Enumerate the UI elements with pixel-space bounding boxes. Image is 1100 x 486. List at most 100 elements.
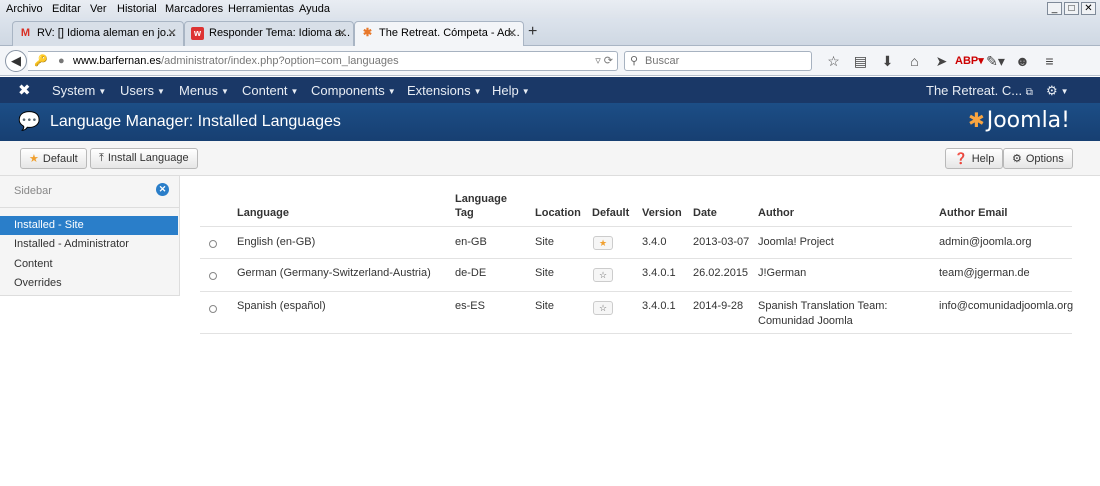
joomla-logo-icon[interactable]: ✖	[18, 81, 31, 99]
reading-list-icon[interactable]: ▤	[847, 51, 874, 71]
nav-menus[interactable]: Menus ▼	[179, 83, 229, 98]
close-window-button[interactable]: ✕	[1081, 2, 1096, 15]
default-star-icon[interactable]: ☆	[593, 268, 613, 282]
header-author[interactable]: Author	[758, 206, 794, 220]
close-circle-icon[interactable]: ✕	[156, 183, 169, 196]
menu-ver[interactable]: Ver	[90, 3, 107, 15]
cell-date: 26.02.2015	[693, 267, 749, 279]
close-icon[interactable]: ✕	[337, 26, 347, 40]
send-icon[interactable]: ➤	[928, 51, 955, 71]
gear-icon: ⚙	[1046, 83, 1058, 98]
install-language-button[interactable]: ⤒ Install Language	[90, 148, 198, 169]
maximize-button[interactable]: □	[1064, 2, 1079, 15]
close-icon[interactable]: ✕	[507, 26, 517, 40]
cell-version: 3.4.0	[642, 236, 667, 248]
nav-label: Users	[120, 83, 154, 98]
header-default[interactable]: Default	[592, 206, 629, 220]
caret-down-icon: ▼	[521, 87, 530, 97]
default-star-icon[interactable]: ☆	[593, 301, 613, 315]
cell-language: English (en-GB)	[237, 236, 316, 248]
sidebar-item-installed-administrator[interactable]: Installed - Administrator	[0, 235, 178, 254]
nav-components[interactable]: Components ▼	[311, 83, 396, 98]
sidebar-item-content[interactable]: Content	[0, 255, 178, 274]
header-date[interactable]: Date	[693, 206, 717, 220]
nav-content[interactable]: Content ▼	[242, 83, 298, 98]
caret-down-icon: ▼	[290, 87, 299, 97]
cell-location: Site	[535, 236, 554, 248]
cell-author-line2: Comunidad Joomla	[758, 315, 853, 327]
caret-down-icon: ▼	[387, 87, 396, 97]
nav-system[interactable]: System ▼	[52, 83, 106, 98]
cell-email: info@comunidadjoomla.org	[939, 300, 1074, 312]
close-icon[interactable]: ✕	[167, 26, 177, 40]
header-author-email[interactable]: Author Email	[939, 206, 1007, 220]
tab-joomla-admin[interactable]: ✱ The Retreat. Cómpeta - Ad... ✕	[354, 21, 524, 46]
menu-archivo[interactable]: Archivo	[6, 3, 43, 15]
adblock-icon[interactable]: ABP▾	[955, 51, 984, 71]
menu-historial[interactable]: Historial	[117, 3, 157, 15]
header-location[interactable]: Location	[535, 206, 581, 220]
tab-gmail[interactable]: M RV: [] Idioma aleman en jo... ✕	[12, 21, 184, 46]
table-row: English (en-GB) en-GB Site ★ 3.4.0 2013-…	[200, 226, 1072, 258]
home-icon[interactable]: ⌂	[901, 51, 928, 71]
page-title: Language Manager: Installed Languages	[50, 113, 341, 130]
nav-label: Help	[492, 83, 519, 98]
menu-herramientas[interactable]: Herramientas	[228, 3, 294, 15]
minimize-button[interactable]: _	[1047, 2, 1062, 15]
toolbar: ★ Default ⤒ Install Language ❓ Help ⚙ Option…	[0, 141, 1100, 176]
header-language-tag-line2[interactable]: Tag	[455, 206, 474, 220]
header-language-tag-line1[interactable]: Language	[455, 192, 507, 206]
button-label: Default	[42, 153, 78, 165]
search-box[interactable]: ⚲	[624, 51, 812, 71]
download-icon[interactable]: ⬇	[874, 51, 901, 71]
site-link[interactable]: The Retreat. C... ⧉	[926, 83, 1033, 98]
window-controls: _ □ ✕	[1047, 2, 1096, 15]
table-row: Spanish (español) es-ES Site ☆ 3.4.0.1 2…	[200, 291, 1074, 334]
reload-icon[interactable]: ▿ ⟳	[595, 54, 613, 67]
back-arrow-icon[interactable]: ◀	[5, 50, 27, 72]
user-menu[interactable]: ⚙ ▼	[1046, 83, 1069, 99]
nav-users[interactable]: Users ▼	[120, 83, 165, 98]
key-icon: 🔑	[34, 55, 48, 67]
tab-responder[interactable]: w Responder Tema: Idioma a... ✕	[184, 21, 354, 46]
caret-down-icon: ▼	[221, 87, 229, 97]
tab-label: The Retreat. Cómpeta - Ad...	[379, 27, 520, 39]
page-header: 💬 Language Manager: Installed Languages …	[0, 103, 1100, 141]
nav-help[interactable]: Help ▼	[492, 83, 530, 98]
new-tab-icon[interactable]: +	[528, 23, 537, 41]
menu-editar[interactable]: Editar	[52, 3, 81, 15]
star-icon: ★	[29, 153, 39, 165]
search-input[interactable]	[645, 54, 805, 68]
tab-label: RV: [] Idioma aleman en jo...	[37, 27, 176, 39]
nav-label: System	[52, 83, 96, 98]
chat-icon[interactable]: ☻	[1009, 51, 1036, 71]
gear-icon: ⚙	[1012, 153, 1022, 165]
menu-ayuda[interactable]: Ayuda	[299, 3, 330, 15]
sidebar-title: Sidebar	[14, 185, 52, 197]
browser-window: Archivo Editar Ver Historial Marcadores …	[0, 0, 1100, 486]
address-bar[interactable]: 🔑 ● www.barfernan.es/administrator/index…	[28, 51, 618, 71]
globe-icon: ●	[58, 55, 65, 67]
row-radio[interactable]	[209, 272, 217, 280]
url-path: /administrator/index.php?option=com_lang…	[161, 55, 399, 67]
header-language[interactable]: Language	[237, 206, 289, 220]
default-button[interactable]: ★ Default	[20, 148, 87, 169]
sidebar-item-overrides[interactable]: Overrides	[0, 274, 178, 293]
question-icon: ❓	[954, 153, 968, 165]
row-radio[interactable]	[209, 305, 217, 313]
upload-icon: ⤒	[99, 152, 104, 164]
brand-text: Joomla!	[986, 108, 1070, 133]
help-button[interactable]: ❓ Help	[945, 148, 1004, 169]
external-link-icon: ⧉	[1025, 87, 1033, 98]
browser-toolbar: ☆ ▤ ⬇ ⌂ ➤ ABP▾ ✎▾ ☻ ≡	[820, 51, 1063, 71]
hamburger-menu-icon[interactable]: ≡	[1036, 51, 1063, 71]
bookmark-star-icon[interactable]: ☆	[820, 51, 847, 71]
menu-marcadores[interactable]: Marcadores	[165, 3, 223, 15]
sidebar-item-installed-site[interactable]: Installed - Site	[0, 216, 178, 235]
default-star-icon[interactable]: ★	[593, 236, 613, 250]
extension-icon[interactable]: ✎▾	[982, 51, 1009, 71]
row-radio[interactable]	[209, 240, 217, 248]
nav-extensions[interactable]: Extensions ▼	[407, 83, 482, 98]
options-button[interactable]: ⚙ Options	[1003, 148, 1073, 169]
header-version[interactable]: Version	[642, 206, 682, 220]
